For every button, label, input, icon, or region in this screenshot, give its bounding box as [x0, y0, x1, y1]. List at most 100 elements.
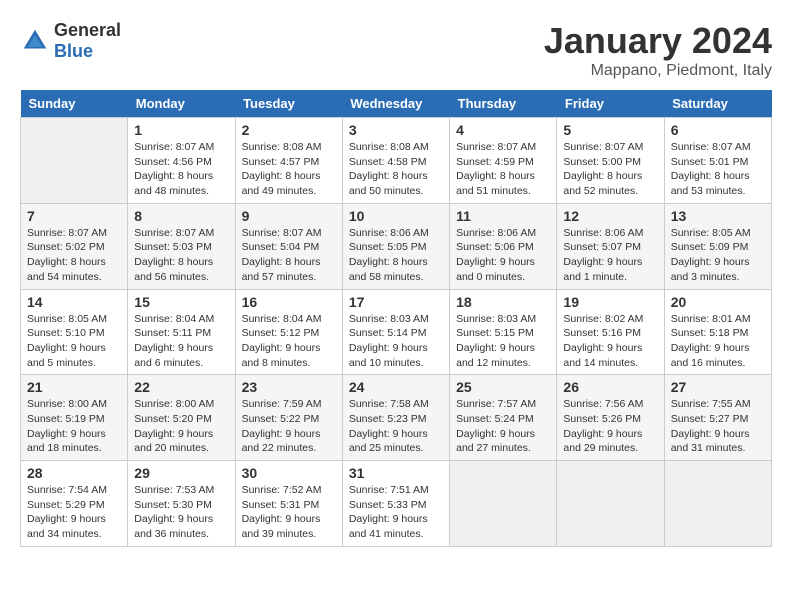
day-info: Sunrise: 8:07 AM Sunset: 4:59 PM Dayligh…	[456, 140, 550, 199]
calendar-cell	[21, 118, 128, 204]
day-info: Sunrise: 8:08 AM Sunset: 4:58 PM Dayligh…	[349, 140, 443, 199]
calendar-cell: 1 Sunrise: 8:07 AM Sunset: 4:56 PM Daylig…	[128, 118, 235, 204]
day-info: Sunrise: 8:08 AM Sunset: 4:57 PM Dayligh…	[242, 140, 336, 199]
calendar-cell: 30 Sunrise: 7:52 AM Sunset: 5:31 PM Dayli…	[235, 461, 342, 547]
weekday-header-sunday: Sunday	[21, 90, 128, 118]
calendar-cell: 2Sunrise: 8:08 AM Sunset: 4:57 PM Daylig…	[235, 118, 342, 204]
calendar-cell: 7 Sunrise: 8:07 AM Sunset: 5:02 PM Daylig…	[21, 203, 128, 289]
day-info: Sunrise: 8:00 AM Sunset: 5:20 PM Dayligh…	[134, 397, 228, 456]
calendar-cell: 16 Sunrise: 8:04 AM Sunset: 5:12 PM Dayli…	[235, 289, 342, 375]
day-number: 18	[456, 294, 550, 310]
calendar-cell: 6Sunrise: 8:07 AM Sunset: 5:01 PM Daylig…	[664, 118, 771, 204]
day-info: Sunrise: 7:55 AM Sunset: 5:27 PM Dayligh…	[671, 397, 765, 456]
calendar-cell	[557, 461, 664, 547]
day-number: 28	[27, 465, 121, 481]
calendar-body: 1 Sunrise: 8:07 AM Sunset: 4:56 PM Daylig…	[21, 118, 772, 547]
month-title: January 2024	[544, 20, 772, 62]
day-info: Sunrise: 8:07 AM Sunset: 5:00 PM Dayligh…	[563, 140, 657, 199]
calendar-week-2: 7 Sunrise: 8:07 AM Sunset: 5:02 PM Daylig…	[21, 203, 772, 289]
calendar-week-1: 1 Sunrise: 8:07 AM Sunset: 4:56 PM Daylig…	[21, 118, 772, 204]
day-number: 14	[27, 294, 121, 310]
day-info: Sunrise: 7:51 AM Sunset: 5:33 PM Dayligh…	[349, 483, 443, 542]
day-info: Sunrise: 7:58 AM Sunset: 5:23 PM Dayligh…	[349, 397, 443, 456]
calendar-cell: 29 Sunrise: 7:53 AM Sunset: 5:30 PM Dayli…	[128, 461, 235, 547]
day-number: 1	[134, 122, 228, 138]
calendar-cell: 19Sunrise: 8:02 AM Sunset: 5:16 PM Dayli…	[557, 289, 664, 375]
calendar-cell: 26 Sunrise: 7:56 AM Sunset: 5:26 PM Dayli…	[557, 375, 664, 461]
calendar-cell: 9Sunrise: 8:07 AM Sunset: 5:04 PM Daylig…	[235, 203, 342, 289]
calendar-cell: 31 Sunrise: 7:51 AM Sunset: 5:33 PM Dayli…	[342, 461, 449, 547]
calendar-week-5: 28 Sunrise: 7:54 AM Sunset: 5:29 PM Dayli…	[21, 461, 772, 547]
calendar-cell: 22 Sunrise: 8:00 AM Sunset: 5:20 PM Dayli…	[128, 375, 235, 461]
day-number: 31	[349, 465, 443, 481]
day-info: Sunrise: 8:03 AM Sunset: 5:14 PM Dayligh…	[349, 312, 443, 371]
day-info: Sunrise: 8:04 AM Sunset: 5:12 PM Dayligh…	[242, 312, 336, 371]
day-info: Sunrise: 8:07 AM Sunset: 5:01 PM Dayligh…	[671, 140, 765, 199]
day-number: 15	[134, 294, 228, 310]
day-number: 21	[27, 379, 121, 395]
logo-general-text: General	[54, 20, 121, 41]
calendar-cell: 28 Sunrise: 7:54 AM Sunset: 5:29 PM Dayli…	[21, 461, 128, 547]
day-number: 23	[242, 379, 336, 395]
day-info: Sunrise: 8:07 AM Sunset: 4:56 PM Dayligh…	[134, 140, 228, 199]
weekday-row: SundayMondayTuesdayWednesdayThursdayFrid…	[21, 90, 772, 118]
calendar-cell: 17 Sunrise: 8:03 AM Sunset: 5:14 PM Dayli…	[342, 289, 449, 375]
calendar-cell: 20 Sunrise: 8:01 AM Sunset: 5:18 PM Dayli…	[664, 289, 771, 375]
day-number: 20	[671, 294, 765, 310]
day-number: 17	[349, 294, 443, 310]
calendar-cell: 18 Sunrise: 8:03 AM Sunset: 5:15 PM Dayli…	[450, 289, 557, 375]
day-number: 13	[671, 208, 765, 224]
day-info: Sunrise: 8:06 AM Sunset: 5:07 PM Dayligh…	[563, 226, 657, 285]
day-number: 8	[134, 208, 228, 224]
logo-blue-text: Blue	[54, 41, 121, 62]
day-number: 26	[563, 379, 657, 395]
calendar-cell: 25Sunrise: 7:57 AM Sunset: 5:24 PM Dayli…	[450, 375, 557, 461]
logo-icon	[20, 26, 50, 56]
day-info: Sunrise: 8:03 AM Sunset: 5:15 PM Dayligh…	[456, 312, 550, 371]
day-info: Sunrise: 8:07 AM Sunset: 5:02 PM Dayligh…	[27, 226, 121, 285]
calendar-cell: 11 Sunrise: 8:06 AM Sunset: 5:06 PM Dayli…	[450, 203, 557, 289]
title-block: January 2024 Mappano, Piedmont, Italy	[544, 20, 772, 80]
day-info: Sunrise: 7:52 AM Sunset: 5:31 PM Dayligh…	[242, 483, 336, 542]
calendar-cell: 21Sunrise: 8:00 AM Sunset: 5:19 PM Dayli…	[21, 375, 128, 461]
weekday-header-saturday: Saturday	[664, 90, 771, 118]
page-header: General Blue January 2024 Mappano, Piedm…	[20, 20, 772, 80]
day-info: Sunrise: 8:05 AM Sunset: 5:09 PM Dayligh…	[671, 226, 765, 285]
day-number: 7	[27, 208, 121, 224]
day-number: 4	[456, 122, 550, 138]
calendar-cell: 15Sunrise: 8:04 AM Sunset: 5:11 PM Dayli…	[128, 289, 235, 375]
weekday-header-tuesday: Tuesday	[235, 90, 342, 118]
calendar-cell: 14 Sunrise: 8:05 AM Sunset: 5:10 PM Dayli…	[21, 289, 128, 375]
calendar-cell: 10Sunrise: 8:06 AM Sunset: 5:05 PM Dayli…	[342, 203, 449, 289]
day-number: 29	[134, 465, 228, 481]
day-info: Sunrise: 7:53 AM Sunset: 5:30 PM Dayligh…	[134, 483, 228, 542]
day-number: 3	[349, 122, 443, 138]
day-number: 12	[563, 208, 657, 224]
logo: General Blue	[20, 20, 121, 62]
calendar-week-4: 21Sunrise: 8:00 AM Sunset: 5:19 PM Dayli…	[21, 375, 772, 461]
day-number: 11	[456, 208, 550, 224]
day-number: 22	[134, 379, 228, 395]
day-info: Sunrise: 7:54 AM Sunset: 5:29 PM Dayligh…	[27, 483, 121, 542]
weekday-header-friday: Friday	[557, 90, 664, 118]
day-info: Sunrise: 7:56 AM Sunset: 5:26 PM Dayligh…	[563, 397, 657, 456]
calendar-cell: 8 Sunrise: 8:07 AM Sunset: 5:03 PM Daylig…	[128, 203, 235, 289]
day-info: Sunrise: 8:06 AM Sunset: 5:05 PM Dayligh…	[349, 226, 443, 285]
day-number: 30	[242, 465, 336, 481]
day-info: Sunrise: 8:01 AM Sunset: 5:18 PM Dayligh…	[671, 312, 765, 371]
weekday-header-monday: Monday	[128, 90, 235, 118]
location-subtitle: Mappano, Piedmont, Italy	[544, 62, 772, 80]
day-info: Sunrise: 8:05 AM Sunset: 5:10 PM Dayligh…	[27, 312, 121, 371]
calendar-cell: 27Sunrise: 7:55 AM Sunset: 5:27 PM Dayli…	[664, 375, 771, 461]
day-info: Sunrise: 8:06 AM Sunset: 5:06 PM Dayligh…	[456, 226, 550, 285]
day-info: Sunrise: 8:07 AM Sunset: 5:03 PM Dayligh…	[134, 226, 228, 285]
day-number: 9	[242, 208, 336, 224]
day-number: 16	[242, 294, 336, 310]
calendar-table: SundayMondayTuesdayWednesdayThursdayFrid…	[20, 90, 772, 547]
day-info: Sunrise: 7:57 AM Sunset: 5:24 PM Dayligh…	[456, 397, 550, 456]
calendar-cell: 13 Sunrise: 8:05 AM Sunset: 5:09 PM Dayli…	[664, 203, 771, 289]
calendar-cell: 24 Sunrise: 7:58 AM Sunset: 5:23 PM Dayli…	[342, 375, 449, 461]
calendar-cell	[664, 461, 771, 547]
calendar-cell: 4 Sunrise: 8:07 AM Sunset: 4:59 PM Daylig…	[450, 118, 557, 204]
day-number: 24	[349, 379, 443, 395]
